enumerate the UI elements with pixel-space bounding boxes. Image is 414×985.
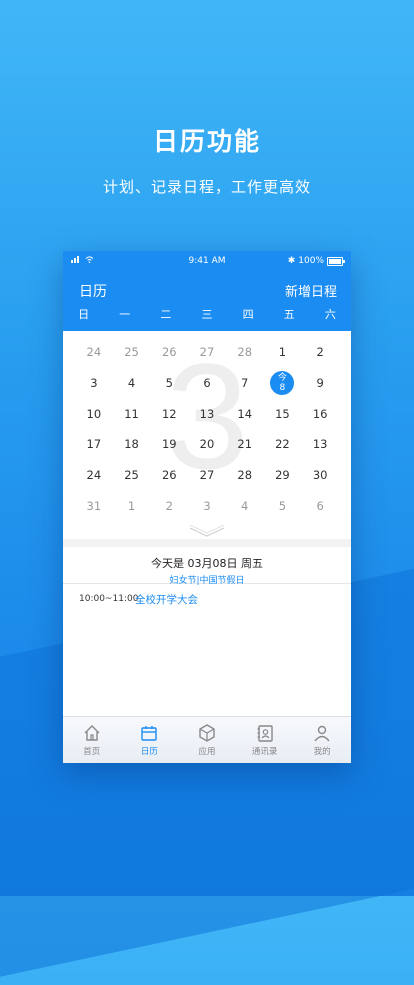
promo-title: 日历功能: [152, 127, 261, 156]
battery-percent: 100%: [298, 256, 324, 266]
calendar-icon: [141, 726, 158, 741]
day-cell[interactable]: 28: [226, 460, 264, 491]
day-cell[interactable]: 3: [75, 368, 113, 399]
today-info: 今天是 03月08日 周五 妇女节|中国节假日: [63, 547, 351, 586]
day-cell[interactable]: 7: [226, 368, 264, 399]
section-divider: [63, 539, 351, 547]
day-cell[interactable]: 2: [301, 337, 339, 368]
day-cell[interactable]: 16: [301, 398, 339, 429]
day-cell[interactable]: 13: [188, 398, 226, 429]
day-cell[interactable]: 21: [226, 429, 264, 460]
tab-label: 应用: [198, 747, 216, 757]
day-cell[interactable]: 28: [226, 337, 264, 368]
weekday-label: 二: [160, 308, 172, 321]
day-cell[interactable]: 22: [264, 429, 302, 460]
event-title: 全校开学大会: [135, 593, 198, 606]
day-cell[interactable]: 13: [301, 429, 339, 460]
day-cell[interactable]: 15: [264, 398, 302, 429]
today-marker: 今8: [270, 371, 295, 396]
day-cell[interactable]: 25: [113, 337, 151, 368]
day-number: 8: [279, 383, 286, 394]
month-grid: 3 24 25 26 27 28 1 2 3 4 5 6 7 今 8 9 10 11 12 13 14 15 16 17 18…: [63, 331, 351, 539]
day-cell[interactable]: 1: [113, 490, 151, 521]
user-icon: [314, 725, 330, 742]
cube-icon: [199, 724, 215, 742]
chevron-down-icon[interactable]: [63, 525, 351, 539]
battery-icon: [327, 256, 345, 266]
tab-bar: 首页 日历 应用 通讯录 我的: [63, 716, 351, 763]
day-cell[interactable]: 27: [188, 460, 226, 491]
weekday-header: 日一二三四五六: [63, 303, 351, 331]
day-cell[interactable]: 25: [113, 460, 151, 491]
weekday-label: 一: [119, 308, 131, 321]
day-cell[interactable]: 12: [150, 398, 188, 429]
day-cell[interactable]: 5: [150, 368, 188, 399]
day-cell[interactable]: 3: [188, 490, 226, 521]
page-title: 日历: [79, 284, 107, 300]
weekday-label: 三: [201, 308, 213, 321]
tab-label: 通讯录: [251, 747, 278, 757]
day-cell[interactable]: 14: [226, 398, 264, 429]
day-cell[interactable]: 9: [301, 368, 339, 399]
weekday-label: 五: [283, 308, 295, 321]
add-schedule-button[interactable]: 新增日程: [285, 281, 337, 300]
bluetooth-icon: ✱: [287, 256, 296, 266]
day-cell[interactable]: 18: [113, 429, 151, 460]
day-cell[interactable]: 24: [75, 460, 113, 491]
day-cell[interactable]: 4: [113, 368, 151, 399]
tab-label: 我的: [313, 747, 331, 757]
event-time: 10:00~11:00: [79, 594, 139, 604]
tab-label: 日历: [140, 747, 158, 757]
day-cell[interactable]: 19: [150, 429, 188, 460]
contacts-icon: [257, 725, 273, 742]
day-cell[interactable]: 1: [264, 337, 302, 368]
status-bar: 9:41 AM ✱ 100%: [63, 251, 351, 271]
tab-home[interactable]: 首页: [63, 717, 121, 763]
event-list: 10:00~11:00 全校开学大会: [63, 584, 351, 720]
day-cell[interactable]: 6: [301, 490, 339, 521]
day-cell[interactable]: 17: [75, 429, 113, 460]
today-date: 今天是 03月08日 周五: [151, 557, 263, 570]
day-cell[interactable]: 4: [226, 490, 264, 521]
tab-label: 首页: [83, 747, 101, 757]
day-cell[interactable]: 29: [264, 460, 302, 491]
day-cell[interactable]: 11: [113, 398, 151, 429]
calendar-header: 9:41 AM ✱ 100% 日历 新增日程 日 一 二 三 四 五 六: [63, 251, 351, 331]
day-cell[interactable]: 10: [75, 398, 113, 429]
day-cell[interactable]: 6: [188, 368, 226, 399]
day-cell[interactable]: 5: [264, 490, 302, 521]
tab-user[interactable]: 我的: [293, 717, 351, 763]
today-label: 今: [277, 373, 287, 384]
day-cell[interactable]: 26: [150, 337, 188, 368]
weekday-label: 四: [242, 308, 254, 321]
day-cell[interactable]: 2: [150, 490, 188, 521]
home-icon: [84, 725, 100, 741]
phone-screen: 9:41 AM ✱ 100% 日历 新增日程 日一二三四五六 3 24 25 26 2…: [63, 251, 351, 763]
day-cell[interactable]: 24: [75, 337, 113, 368]
day-cell[interactable]: 31: [75, 490, 113, 521]
day-cell[interactable]: 30: [301, 460, 339, 491]
tab-cube[interactable]: 应用: [178, 717, 236, 763]
tab-contacts[interactable]: 通讯录: [236, 717, 294, 763]
promo-subtitle: 计划、记录日程，工作更高效: [102, 178, 311, 196]
weekday-label: 日: [78, 308, 90, 321]
day-cell[interactable]: 27: [188, 337, 226, 368]
day-cell-today[interactable]: 今8: [264, 368, 302, 399]
weekday-label: 六: [324, 308, 336, 321]
day-cell[interactable]: 26: [150, 460, 188, 491]
event-item[interactable]: 10:00~11:00 全校开学大会: [63, 584, 351, 614]
tab-calendar[interactable]: 日历: [121, 717, 179, 763]
day-cell[interactable]: 20: [188, 429, 226, 460]
